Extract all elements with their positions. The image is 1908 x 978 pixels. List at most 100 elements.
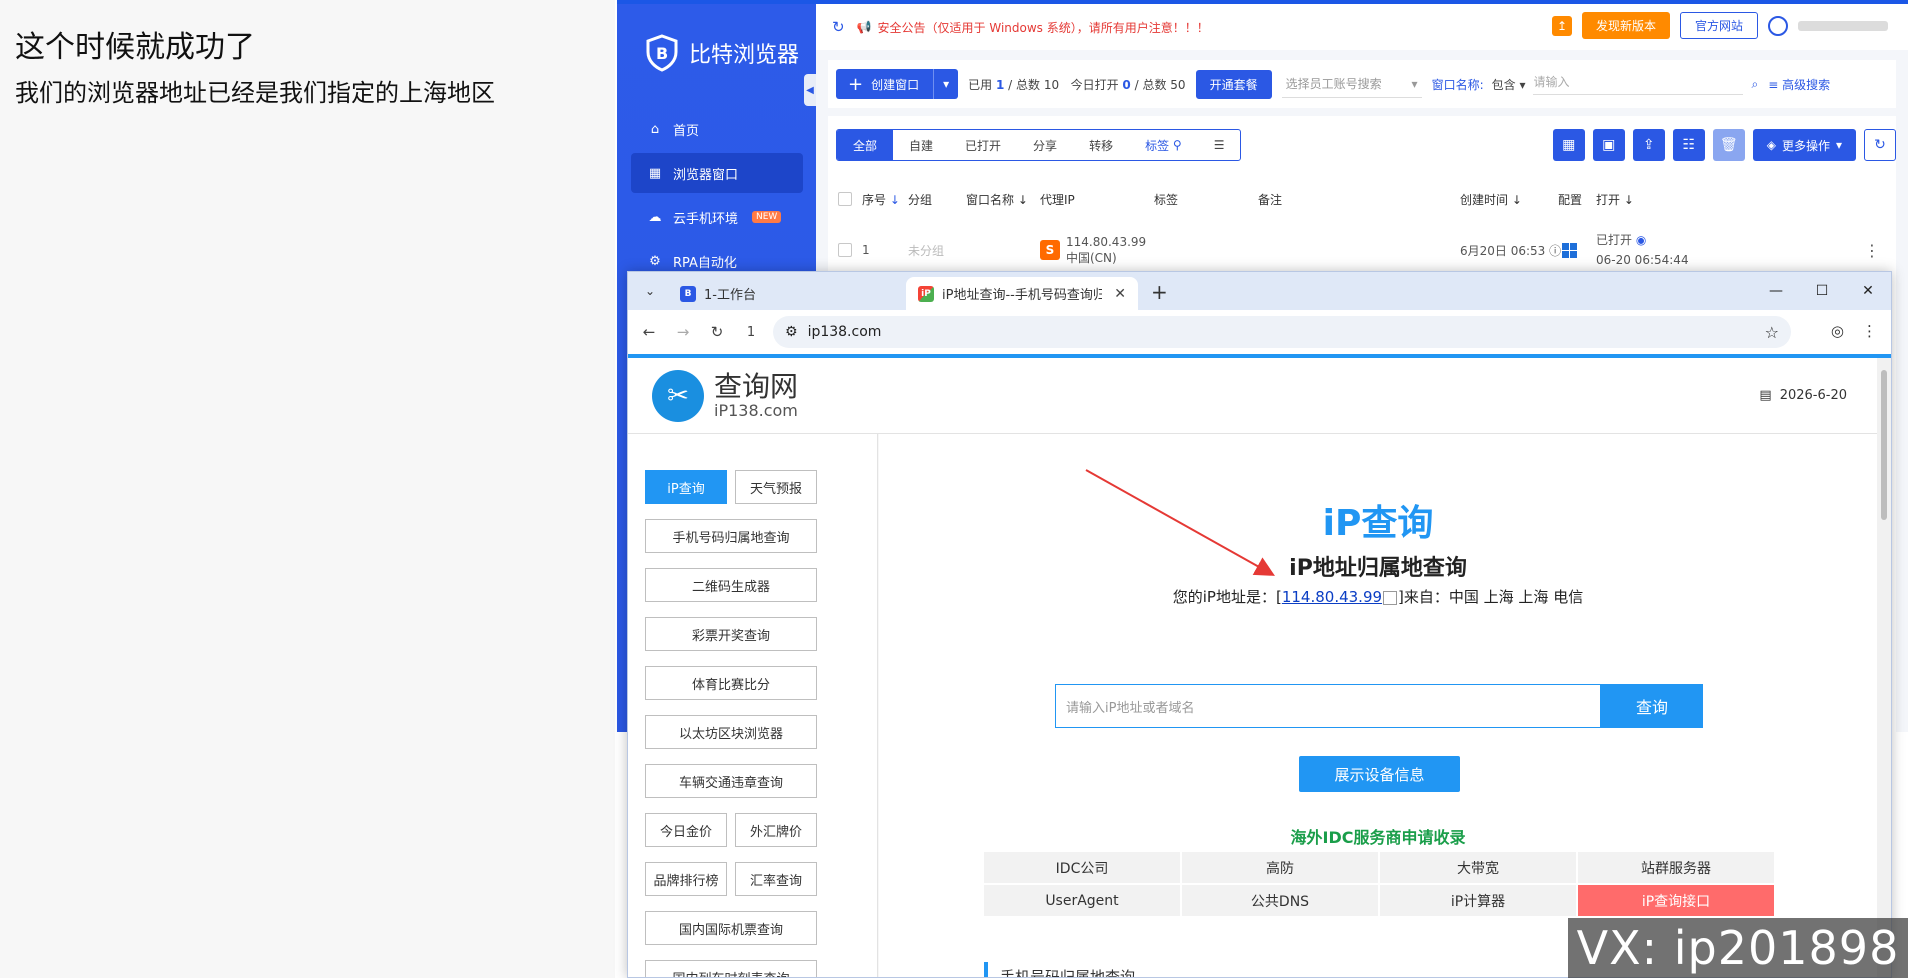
col-open[interactable]: 打开 ↓ — [1596, 191, 1634, 208]
bit-nav: ⌂ 首页 ▦ 浏览器窗口 ☁ 云手机环境 NEW ⚙ RPA自动化 — [631, 109, 803, 285]
plus-icon: + — [848, 73, 864, 95]
employee-select[interactable]: 选择员工账号搜索 ▾ — [1281, 70, 1422, 98]
idc-link[interactable]: 公共DNS — [1182, 885, 1378, 916]
ip-search-button[interactable]: 查询 — [1601, 684, 1703, 728]
sidebar-collapse-button[interactable]: ◀ — [804, 74, 816, 106]
table-row[interactable]: 1 未分组 S 114.80.43.99 中国(CN) 6月20日 06:53 … — [836, 222, 1888, 278]
page-scrollbar[interactable] — [1877, 358, 1891, 977]
nav-ethereum[interactable]: 以太坊区块浏览器 — [645, 715, 817, 749]
ip-search: 请输入iP地址或者域名 查询 — [1055, 684, 1703, 728]
security-notice[interactable]: 📢 安全公告（仅适用于 Windows 系统），请所有用户注意！！！ — [857, 19, 1209, 36]
nav-flights[interactable]: 国内国际机票查询 — [645, 911, 817, 945]
close-tab-icon[interactable]: ✕ — [1114, 286, 1126, 302]
bookmark-star-icon[interactable]: ☆ — [1765, 323, 1779, 342]
open-package-button[interactable]: 开通套餐 — [1195, 69, 1272, 99]
official-site-button[interactable]: 官方网站 — [1679, 12, 1758, 39]
topbar-actions: ↥ 发现新版本 官方网站 — [1551, 12, 1888, 39]
nav-sports[interactable]: 体育比赛比分 — [645, 666, 817, 700]
tab-opened[interactable]: 已打开 — [949, 130, 1017, 160]
eye-icon[interactable]: ◉ — [1636, 233, 1646, 247]
nav-gold[interactable]: 今日金价 — [645, 813, 727, 847]
robot-icon: ⚙ — [649, 253, 661, 269]
sidebar-item-cloud-phone[interactable]: ☁ 云手机环境 NEW — [631, 197, 803, 237]
trash-icon[interactable]: 🗑 — [1712, 129, 1745, 161]
more-operations-button[interactable]: ◈ 更多操作 ▾ — [1752, 129, 1856, 161]
sidebar-item-home[interactable]: ⌂ 首页 — [631, 109, 803, 149]
tab-tags[interactable]: 标签 ⚲ — [1129, 130, 1198, 160]
col-created[interactable]: 创建时间 ↓ — [1460, 191, 1522, 208]
idc-section-title[interactable]: 海外IDC服务商申请收录 — [879, 824, 1877, 848]
col-group: 分组 — [908, 192, 933, 207]
idc-link[interactable]: IDC公司 — [984, 852, 1180, 883]
menu-kebab-icon[interactable]: ⋮ — [1862, 322, 1877, 340]
ip-search-input[interactable]: 请输入iP地址或者域名 — [1055, 684, 1601, 728]
update-icon[interactable]: ↥ — [1551, 15, 1572, 36]
idc-link[interactable]: UserAgent — [984, 885, 1180, 916]
chevron-down-icon[interactable]: ▾ — [934, 77, 958, 91]
site-logo[interactable]: ✂ 查询网 iP138.com — [652, 370, 798, 422]
tab-workbench[interactable]: B 1-工作台 ✕ — [668, 277, 942, 310]
idc-link-highlight[interactable]: iP查询接口 — [1578, 885, 1774, 916]
idc-link[interactable]: 高防 — [1182, 852, 1378, 883]
filter-tabs: 全部 自建 已打开 分享 转移 标签 ⚲ ☰ — [836, 129, 1242, 161]
reload-icon[interactable]: ↻ — [700, 323, 734, 341]
list-icon[interactable]: ☷ — [1672, 129, 1705, 161]
tab-search-button[interactable]: ⌄ — [638, 279, 662, 303]
close-window-icon[interactable]: ✕ — [1845, 272, 1891, 310]
nav-weather[interactable]: 天气预报 — [735, 470, 817, 504]
ip-address-link[interactable]: 114.80.43.99 — [1282, 588, 1382, 606]
nav-phone-location[interactable]: 手机号码归属地查询 — [645, 519, 817, 553]
nav-qrcode[interactable]: 二维码生成器 — [645, 568, 817, 602]
search-icon[interactable]: ⌕ — [1751, 77, 1758, 92]
share-icon[interactable]: ⇪ — [1632, 129, 1665, 161]
site-domain: iP138.com — [714, 401, 798, 420]
reload-icon[interactable]: ↻ — [1864, 129, 1896, 161]
col-index[interactable]: 序号 ↓ — [862, 191, 900, 208]
idc-link[interactable]: iP计算器 — [1380, 885, 1576, 916]
layout-icon[interactable]: ▦ — [1552, 129, 1585, 161]
nav-brand-rank[interactable]: 品牌排行榜 — [645, 862, 727, 896]
nav-exchange-rate[interactable]: 汇率查询 — [735, 862, 817, 896]
site-info-icon[interactable]: ⚙ — [785, 324, 798, 340]
user-avatar-icon[interactable] — [1768, 15, 1788, 36]
idc-link[interactable]: 站群服务器 — [1578, 852, 1774, 883]
tab-transfer[interactable]: 转移 — [1073, 130, 1129, 160]
more-vertical-icon[interactable]: ⋮ — [1864, 241, 1880, 260]
idc-link[interactable]: 大带宽 — [1380, 852, 1576, 883]
nav-ip-query[interactable]: iP查询 — [645, 470, 727, 504]
tab-ip138[interactable]: iP iP地址查询--手机号码查询归属 ✕ — [906, 277, 1138, 310]
refresh-icon[interactable]: ↻ — [832, 18, 845, 36]
minimize-icon[interactable]: — — [1753, 272, 1799, 310]
profile-icon[interactable]: ◎ — [1831, 322, 1844, 340]
nav-forex[interactable]: 外汇牌价 — [735, 813, 817, 847]
nav-trains[interactable]: 国内列车时刻表查询 — [645, 960, 817, 977]
address-bar[interactable]: ⚙ ip138.com ☆ — [773, 316, 1791, 348]
col-window-name[interactable]: 窗口名称 ↓ — [966, 191, 1028, 208]
create-window-button[interactable]: + 创建窗口 ▾ — [836, 69, 959, 99]
ip-search-placeholder: 请输入iP地址或者域名 — [1066, 700, 1195, 716]
device-info-button[interactable]: 展示设备信息 — [1299, 756, 1460, 792]
today-count: 0 — [1122, 77, 1131, 92]
tab-self-created[interactable]: 自建 — [893, 130, 949, 160]
row-checkbox[interactable] — [838, 243, 852, 257]
today-total-count: 50 — [1170, 77, 1186, 92]
back-icon[interactable]: ← — [632, 323, 666, 341]
tab-all[interactable]: 全部 — [837, 130, 894, 160]
nav-lottery[interactable]: 彩票开奖查询 — [645, 617, 817, 651]
update-button[interactable]: 发现新版本 — [1581, 12, 1670, 39]
sort-icon[interactable]: ☰ — [1198, 130, 1241, 160]
advanced-search-link[interactable]: ≡ 高级搜索 — [1768, 76, 1830, 93]
window-name-input[interactable]: 请输入 — [1533, 73, 1744, 95]
row-group: 未分组 — [908, 243, 945, 258]
new-tab-button[interactable]: + — [1151, 280, 1168, 304]
save-icon[interactable]: ▣ — [1592, 129, 1625, 161]
scroll-thumb[interactable] — [1881, 370, 1887, 520]
maximize-icon[interactable]: ☐ — [1799, 272, 1845, 310]
sidebar-item-browser-windows[interactable]: ▦ 浏览器窗口 — [631, 153, 803, 193]
idc-links: IDC公司 高防 大带宽 站群服务器 UserAgent 公共DNS iP计算器… — [984, 852, 1774, 916]
tab-shared[interactable]: 分享 — [1017, 130, 1073, 160]
select-all-checkbox[interactable] — [838, 192, 852, 206]
contains-select[interactable]: 包含 ▾ — [1492, 76, 1526, 93]
nav-traffic[interactable]: 车辆交通违章查询 — [645, 764, 817, 798]
forward-icon[interactable]: → — [666, 323, 700, 341]
